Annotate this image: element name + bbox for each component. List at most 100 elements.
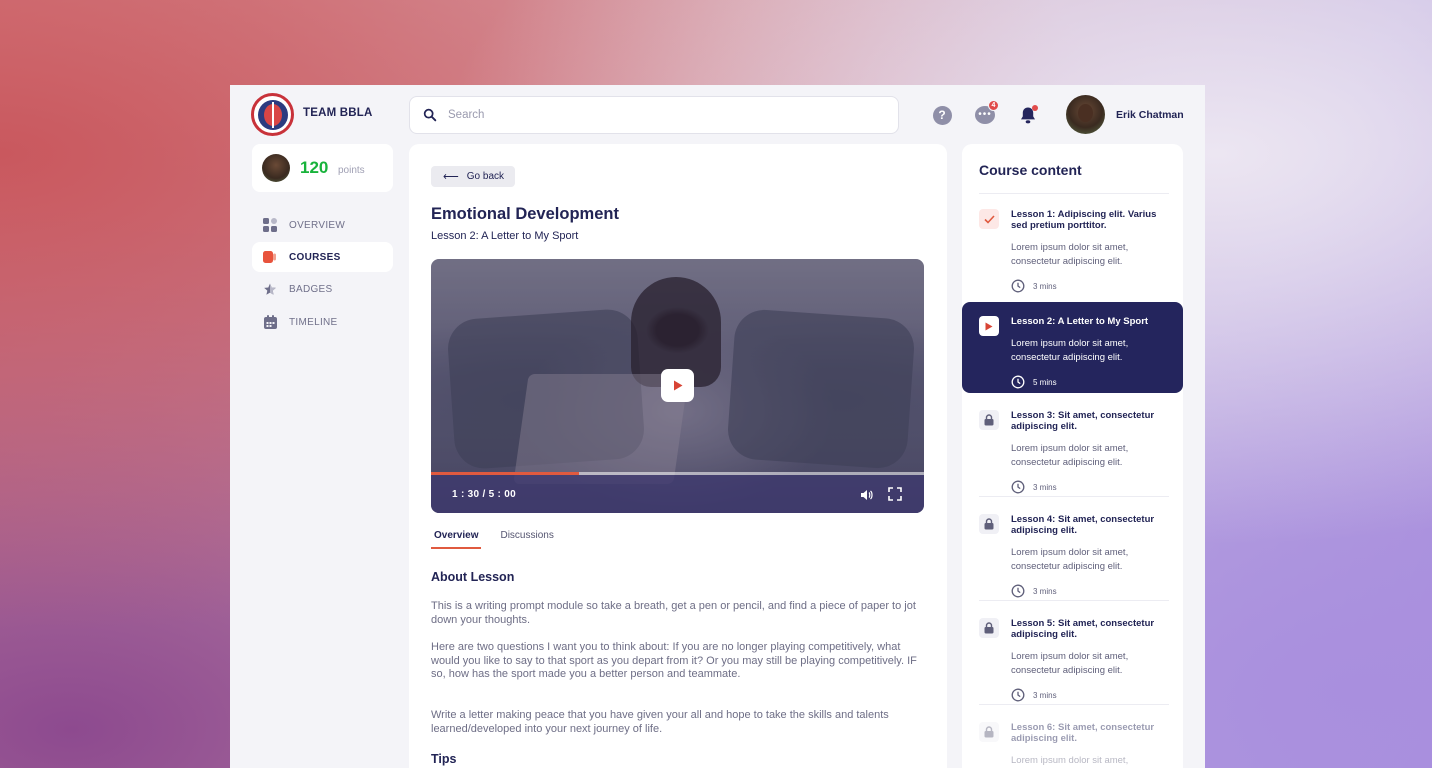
points-avatar: [262, 154, 290, 182]
lock-icon: [979, 618, 999, 638]
app-window: TEAM BBLA ? ••• 4 Erik Chatman 120 point…: [230, 85, 1205, 768]
lesson-title: Lesson 4: Sit amet, consectetur adipisci…: [1011, 514, 1155, 536]
volume-icon: [861, 490, 873, 500]
brand-name: TEAM BBLA: [303, 107, 373, 119]
top-header: TEAM BBLA ? ••• 4 Erik Chatman: [230, 85, 1205, 145]
play-icon: [673, 380, 682, 391]
help-button[interactable]: ?: [931, 104, 953, 126]
clock-icon: [1011, 480, 1025, 494]
star-icon: [263, 283, 277, 297]
lesson-subtitle: Lesson 2: A Letter to My Sport: [431, 230, 579, 242]
messages-button[interactable]: ••• 4: [974, 100, 999, 126]
go-back-button[interactable]: ⟵ Go back: [431, 166, 515, 187]
points-value: 120: [300, 158, 329, 177]
lesson-duration-text: 5 mins: [1033, 377, 1057, 387]
lesson-description: Lorem ipsum dolor sit amet, consectetur …: [1011, 443, 1129, 468]
lesson-title: Lesson 6: Sit amet, consectetur adipisci…: [1011, 722, 1155, 744]
points-label: points: [338, 165, 365, 176]
about-heading: About Lesson: [431, 570, 515, 584]
sidebar-item-timeline[interactable]: TIMELINE: [252, 307, 393, 337]
lesson-duration: 3 mins: [1011, 480, 1183, 494]
lesson-item-1[interactable]: Lesson 1: Adipiscing elit. Varius sed pr…: [962, 195, 1183, 298]
tab-overview[interactable]: Overview: [431, 530, 482, 549]
logo-emblem: [257, 99, 288, 130]
sidebar-item-courses[interactable]: COURSES: [252, 242, 393, 273]
grid-icon: [263, 218, 277, 232]
video-progress-fill: [431, 472, 579, 475]
sidebar-nav: OVERVIEW COURSES BADGES TIMELINE: [252, 210, 393, 340]
about-paragraph: Here are two questions I want you to thi…: [431, 641, 917, 680]
clock-icon: [1011, 279, 1025, 293]
lesson-title: Emotional Development: [431, 205, 619, 223]
lesson-item-6[interactable]: Lesson 6: Sit amet, consectetur adipisci…: [962, 708, 1183, 768]
lesson-item-2[interactable]: Lesson 2: A Letter to My Sport Lorem ips…: [962, 302, 1183, 393]
clock-icon: [1011, 584, 1025, 598]
search-bar: [409, 96, 899, 134]
lesson-title: Lesson 5: Sit amet, consectetur adipisci…: [1011, 618, 1155, 640]
video-progress-bar[interactable]: [431, 472, 924, 475]
notifications-button[interactable]: [1017, 104, 1039, 126]
play-icon: [979, 316, 999, 336]
lesson-duration-text: 3 mins: [1033, 482, 1057, 492]
play-button[interactable]: [661, 369, 694, 402]
clock-icon: [1011, 375, 1025, 389]
search-input[interactable]: [448, 109, 868, 121]
go-back-label: Go back: [466, 171, 505, 182]
lesson-title: Lesson 2: A Letter to My Sport: [1011, 316, 1149, 327]
lesson-duration: 3 mins: [1011, 279, 1183, 293]
courses-icon: [263, 250, 277, 264]
sidebar-item-badges[interactable]: BADGES: [252, 275, 393, 305]
lesson-description: Lorem ipsum dolor sit amet, consectetur …: [1011, 338, 1129, 363]
sidebar-item-label: COURSES: [289, 251, 341, 263]
lesson-duration-text: 3 mins: [1033, 281, 1057, 291]
lesson-duration: 5 mins: [1011, 375, 1183, 389]
lesson-title: Lesson 1: Adipiscing elit. Varius sed pr…: [1011, 209, 1157, 231]
lesson-description: Lorem ipsum dolor sit amet, consectetur …: [1011, 755, 1129, 766]
points-card: 120 points: [252, 144, 393, 192]
team-logo[interactable]: [251, 93, 294, 136]
tips-heading: Tips: [431, 752, 457, 766]
fullscreen-icon: [888, 487, 902, 501]
sidebar-item-label: TIMELINE: [289, 316, 338, 328]
sidebar-item-label: OVERVIEW: [289, 219, 346, 231]
course-content-panel: Course content Lesson 1: Adipiscing elit…: [962, 144, 1183, 768]
lesson-item-4[interactable]: Lesson 4: Sit amet, consectetur adipisci…: [962, 500, 1183, 601]
lesson-description: Lorem ipsum dolor sit amet, consectetur …: [1011, 651, 1129, 676]
volume-button[interactable]: [861, 488, 873, 506]
calendar-icon: [263, 315, 277, 330]
lesson-description: Lorem ipsum dolor sit amet, consectetur …: [1011, 547, 1129, 572]
lesson-tabs: Overview Discussions: [431, 530, 573, 549]
video-player[interactable]: 1 : 30 / 5 : 00: [431, 259, 924, 513]
lesson-item-3[interactable]: Lesson 3: Sit amet, consectetur adipisci…: [962, 396, 1183, 497]
lesson-duration: 3 mins: [1011, 688, 1183, 702]
user-avatar[interactable]: [1066, 95, 1105, 134]
fullscreen-button[interactable]: [888, 487, 902, 506]
about-paragraph: This is a writing prompt module so take …: [431, 600, 916, 626]
video-time: 1 : 30 / 5 : 00: [452, 489, 516, 500]
help-icon: ?: [932, 105, 952, 125]
lesson-title: Lesson 3: Sit amet, consectetur adipisci…: [1011, 410, 1155, 432]
check-icon: [979, 209, 999, 229]
lesson-duration-text: 3 mins: [1033, 586, 1057, 596]
clock-icon: [1011, 688, 1025, 702]
notification-dot: [1032, 105, 1038, 111]
divider: [979, 496, 1169, 497]
lock-icon: [979, 410, 999, 430]
about-paragraph: Write a letter making peace that you hav…: [431, 709, 889, 735]
divider: [979, 704, 1169, 705]
sidebar-item-label: BADGES: [289, 284, 333, 296]
lock-icon: [979, 722, 999, 742]
sidebar-item-overview[interactable]: OVERVIEW: [252, 210, 393, 240]
divider: [979, 600, 1169, 601]
lesson-duration-text: 3 mins: [1033, 690, 1057, 700]
lesson-duration: 3 mins: [1011, 584, 1183, 598]
search-icon: [423, 108, 437, 122]
video-controls: 1 : 30 / 5 : 00: [431, 472, 924, 513]
lesson-panel: ⟵ Go back Emotional Development Lesson 2…: [409, 144, 947, 768]
lesson-description: Lorem ipsum dolor sit amet, consectetur …: [1011, 242, 1129, 267]
lesson-item-5[interactable]: Lesson 5: Sit amet, consectetur adipisci…: [962, 604, 1183, 705]
user-name[interactable]: Erik Chatman: [1116, 109, 1184, 121]
messages-badge: 4: [988, 100, 999, 111]
divider: [979, 193, 1169, 194]
tab-discussions[interactable]: Discussions: [497, 530, 556, 549]
